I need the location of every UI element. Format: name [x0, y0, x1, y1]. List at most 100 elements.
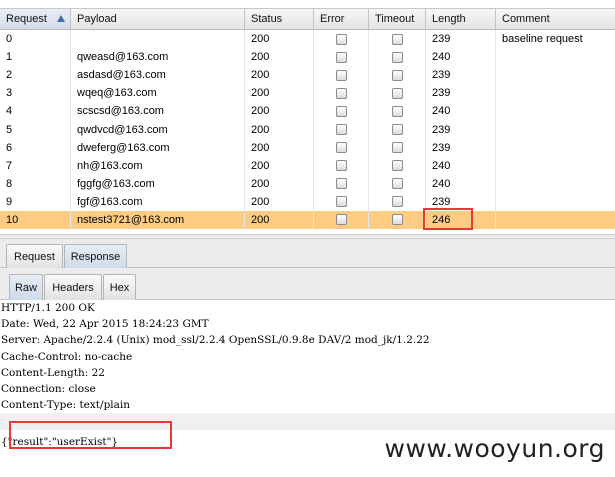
table-row[interactable]: 4 scscsd@163.com 200 240: [0, 102, 615, 121]
status-cell: 200: [245, 120, 314, 139]
raw-response-viewer[interactable]: HTTP/1.1 200 OK Date: Wed, 22 Apr 2015 1…: [0, 300, 615, 477]
payload-cell: wqeq@163.com: [71, 84, 245, 103]
response-body-highlight-box: [9, 421, 172, 449]
column-header-comment[interactable]: Comment: [496, 9, 615, 29]
timeout-cell: [369, 120, 426, 139]
timeout-cell: [369, 156, 426, 175]
request-number-cell: 10: [0, 210, 71, 230]
status-cell: 200: [245, 66, 314, 85]
error-checkbox[interactable]: [335, 214, 347, 226]
table-row[interactable]: 6 dweferg@163.com 200 239: [0, 138, 615, 157]
timeout-checkbox[interactable]: [391, 196, 403, 208]
column-header-error[interactable]: Error: [314, 9, 369, 29]
response-line: Content-Type: text/plain: [1, 399, 131, 412]
comment-cell: [496, 120, 615, 138]
response-line: Content-Length: 22: [1, 366, 105, 379]
timeout-checkbox[interactable]: [391, 160, 403, 172]
comment-cell: [496, 102, 615, 120]
status-cell: 200: [245, 210, 314, 230]
table-row[interactable]: 9 fgf@163.com 200 239: [0, 192, 615, 211]
comment-cell: [496, 139, 615, 157]
timeout-cell: [369, 138, 426, 157]
error-checkbox[interactable]: [335, 160, 347, 172]
comment-cell: [496, 193, 615, 211]
table-row[interactable]: 0 200 239 baseline request: [0, 30, 615, 49]
response-line: Cache-Control: no-cache: [1, 350, 133, 363]
tab-hex[interactable]: Hex: [103, 274, 136, 300]
comment-cell: [496, 48, 615, 66]
length-cell: 239: [426, 84, 496, 103]
payload-cell: qweasd@163.com: [71, 48, 245, 67]
status-cell: 200: [245, 174, 314, 193]
comment-cell: [496, 211, 615, 229]
table-row[interactable]: 10 nstest3721@163.com 200 246: [0, 210, 615, 230]
length-cell: 239: [426, 138, 496, 157]
error-checkbox[interactable]: [335, 196, 347, 208]
error-checkbox[interactable]: [335, 87, 347, 99]
status-cell: 200: [245, 48, 314, 67]
timeout-checkbox[interactable]: [391, 69, 403, 81]
tab-raw[interactable]: Raw: [9, 274, 43, 300]
tab-headers[interactable]: Headers: [44, 274, 102, 300]
tab-request[interactable]: Request: [6, 244, 63, 268]
error-cell: [314, 120, 369, 139]
request-number-cell: 9: [0, 192, 71, 211]
error-checkbox[interactable]: [335, 51, 347, 63]
tab-response[interactable]: Response: [64, 244, 127, 268]
timeout-checkbox[interactable]: [391, 51, 403, 63]
comment-cell: [496, 84, 615, 102]
table-row[interactable]: 3 wqeq@163.com 200 239: [0, 84, 615, 103]
timeout-checkbox[interactable]: [391, 105, 403, 117]
error-checkbox[interactable]: [335, 69, 347, 81]
timeout-checkbox[interactable]: [391, 214, 403, 226]
response-line: Server: Apache/2.2.4 (Unix) mod_ssl/2.2.…: [1, 334, 430, 347]
column-header-payload[interactable]: Payload: [71, 9, 245, 29]
timeout-cell: [369, 30, 426, 49]
view-mode-tabbar: Raw Headers Hex: [0, 268, 615, 300]
timeout-cell: [369, 174, 426, 193]
error-checkbox[interactable]: [335, 33, 347, 45]
column-header-status[interactable]: Status: [245, 9, 314, 29]
error-checkbox[interactable]: [335, 124, 347, 136]
status-cell: 200: [245, 138, 314, 157]
timeout-checkbox[interactable]: [391, 142, 403, 154]
table-row[interactable]: 5 qwdvcd@163.com 200 239: [0, 120, 615, 139]
table-header: Request Payload Status Error Timeout Len…: [0, 8, 615, 30]
payload-cell: dweferg@163.com: [71, 138, 245, 157]
length-highlight-box: [423, 208, 473, 230]
request-number-cell: 2: [0, 66, 71, 85]
table-row[interactable]: 8 fggfg@163.com 200 240: [0, 174, 615, 193]
timeout-cell: [369, 102, 426, 121]
length-cell: 240: [426, 102, 496, 121]
error-checkbox[interactable]: [335, 142, 347, 154]
timeout-checkbox[interactable]: [391, 33, 403, 45]
timeout-checkbox[interactable]: [391, 124, 403, 136]
length-cell: 240: [426, 174, 496, 193]
error-cell: [314, 210, 369, 230]
comment-cell: [496, 157, 615, 175]
column-header-length[interactable]: Length: [426, 9, 496, 29]
response-line: Date: Wed, 22 Apr 2015 18:24:23 GMT: [1, 318, 209, 331]
table-row[interactable]: 2 asdasd@163.com 200 239: [0, 66, 615, 85]
request-number-cell: 7: [0, 156, 71, 175]
length-cell: 240: [426, 156, 496, 175]
comment-cell: [496, 175, 615, 193]
request-number-cell: 8: [0, 174, 71, 193]
timeout-cell: [369, 66, 426, 85]
status-cell: 200: [245, 30, 314, 49]
error-checkbox[interactable]: [335, 178, 347, 190]
timeout-checkbox[interactable]: [391, 178, 403, 190]
sort-ascending-icon: [57, 15, 65, 22]
status-cell: 200: [245, 102, 314, 121]
error-checkbox[interactable]: [335, 105, 347, 117]
status-cell: 200: [245, 156, 314, 175]
length-cell: 239: [426, 120, 496, 139]
table-row[interactable]: 7 nh@163.com 200 240: [0, 156, 615, 175]
status-cell: 200: [245, 192, 314, 211]
timeout-checkbox[interactable]: [391, 87, 403, 99]
table-row[interactable]: 1 qweasd@163.com 200 240: [0, 48, 615, 67]
column-header-request[interactable]: Request: [0, 9, 71, 29]
table-body: 0 200 239 baseline request 1 qweasd@163.com 20…: [0, 30, 615, 230]
error-cell: [314, 192, 369, 211]
column-header-timeout[interactable]: Timeout: [369, 9, 426, 29]
